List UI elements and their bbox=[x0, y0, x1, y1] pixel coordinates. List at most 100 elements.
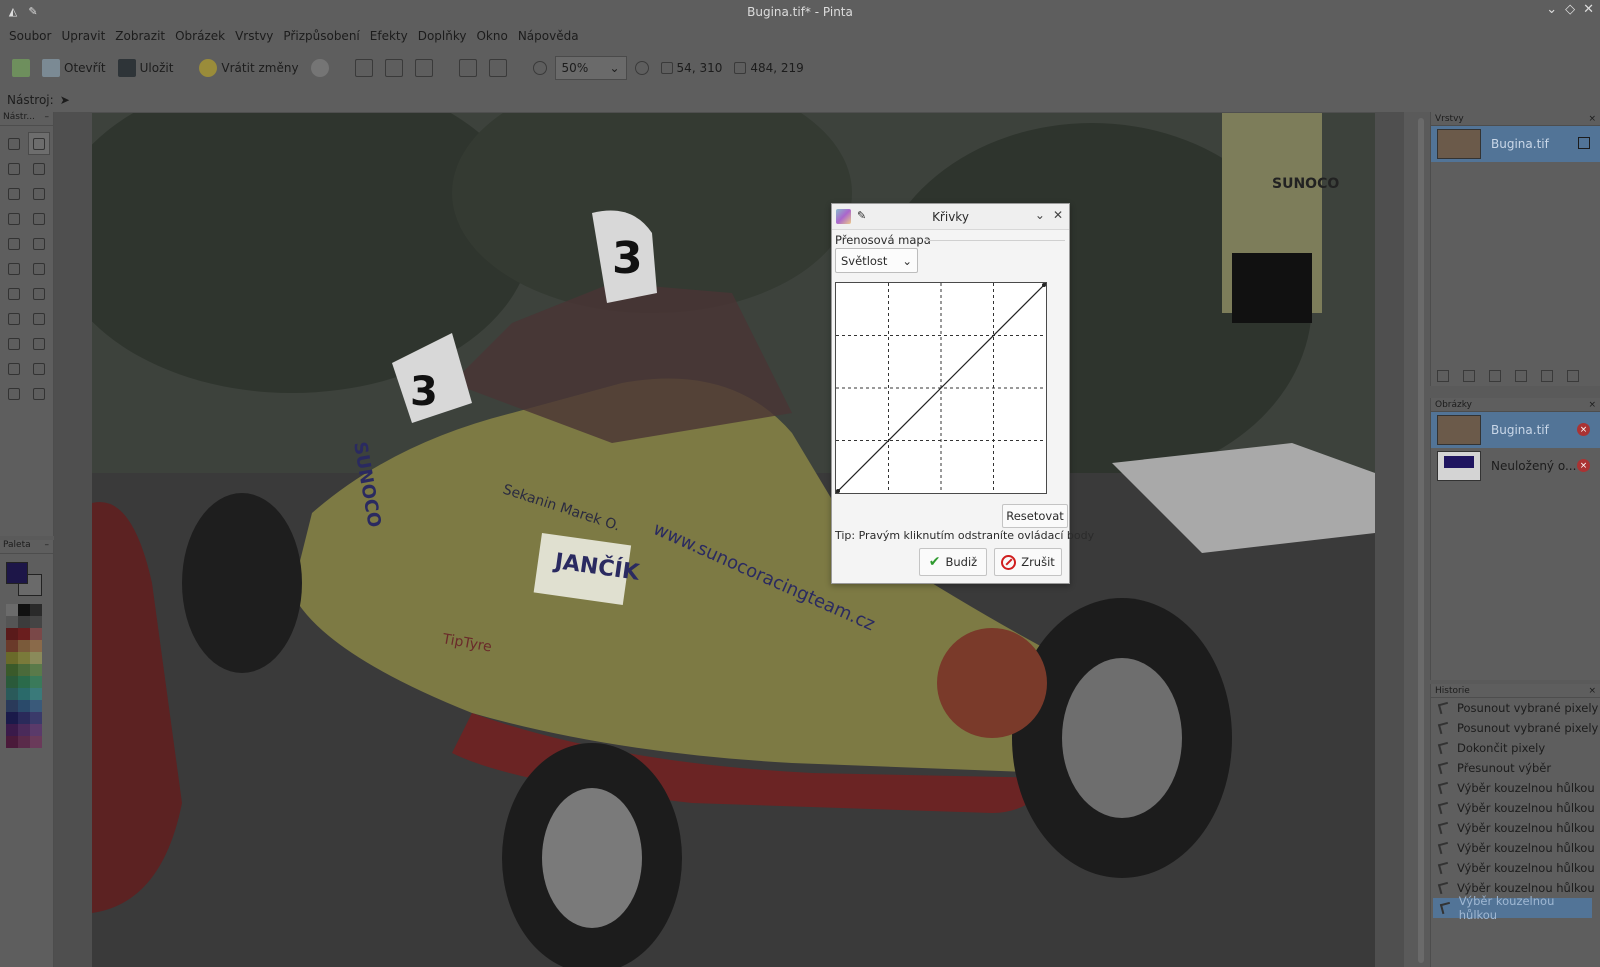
close-image-icon[interactable]: × bbox=[1577, 423, 1590, 436]
swatch[interactable] bbox=[18, 712, 30, 724]
cancel-button[interactable]: Zrušit bbox=[994, 548, 1062, 576]
swatch[interactable] bbox=[30, 676, 42, 688]
swatch[interactable] bbox=[30, 640, 42, 652]
swatch[interactable] bbox=[30, 652, 42, 664]
history-item[interactable]: Výběr kouzelnou hůlkou bbox=[1431, 858, 1600, 878]
zoom-select[interactable]: 50% ⌄ bbox=[554, 56, 627, 80]
pan-tool[interactable] bbox=[28, 207, 50, 230]
history-item[interactable]: Výběr kouzelnou hůlkou bbox=[1431, 798, 1600, 818]
image-row[interactable]: Bugina.tif × bbox=[1431, 412, 1600, 448]
dialog-collapse-icon[interactable]: ⌄ bbox=[1035, 208, 1045, 222]
redo-button[interactable] bbox=[307, 54, 333, 82]
clone-stamp-tool[interactable] bbox=[3, 307, 25, 330]
panel-close-icon[interactable]: × bbox=[1588, 686, 1596, 696]
history-item[interactable]: Posunout vybrané pixely bbox=[1431, 698, 1600, 718]
swatch[interactable] bbox=[30, 688, 42, 700]
freeform-shape-tool[interactable] bbox=[28, 382, 50, 405]
swatch[interactable] bbox=[18, 628, 30, 640]
paste-button[interactable] bbox=[411, 54, 437, 82]
rectangle-tool[interactable] bbox=[3, 357, 25, 380]
primary-color[interactable] bbox=[6, 562, 28, 584]
swatch[interactable] bbox=[18, 640, 30, 652]
ellipse-tool[interactable] bbox=[3, 382, 25, 405]
image-canvas[interactable]: 3 3 SUNOCO Sekanin Marek O. JANČÍK www.s… bbox=[92, 113, 1375, 967]
swatch[interactable] bbox=[18, 664, 30, 676]
panel-minimize-icon[interactable]: – bbox=[45, 112, 50, 125]
swatch[interactable] bbox=[6, 640, 18, 652]
curve-editor[interactable] bbox=[835, 282, 1047, 494]
color-picker-tool[interactable] bbox=[28, 282, 50, 305]
deselect-button[interactable] bbox=[485, 54, 511, 82]
history-item[interactable]: Výběr kouzelnou hůlkou bbox=[1431, 838, 1600, 858]
swatch[interactable] bbox=[6, 676, 18, 688]
move-selection-tool[interactable] bbox=[28, 157, 50, 180]
close-image-icon[interactable]: × bbox=[1577, 459, 1590, 472]
add-layer-icon[interactable] bbox=[1437, 370, 1449, 382]
pin-icon[interactable]: ✎ bbox=[857, 209, 866, 224]
swatch[interactable] bbox=[18, 736, 30, 748]
dialog-close-icon[interactable]: ✕ bbox=[1053, 208, 1063, 222]
move-selected-tool[interactable] bbox=[28, 132, 50, 155]
swatch[interactable] bbox=[30, 700, 42, 712]
history-item[interactable]: Dokončit pixely bbox=[1431, 738, 1600, 758]
rounded-rectangle-tool[interactable] bbox=[28, 357, 50, 380]
panel-close-icon[interactable]: × bbox=[1588, 400, 1596, 410]
zoom-in-button[interactable] bbox=[631, 54, 653, 82]
menu-upravit[interactable]: Upravit bbox=[56, 29, 110, 43]
crop-button[interactable] bbox=[455, 54, 481, 82]
ellipse-select-tool[interactable] bbox=[3, 182, 25, 205]
line-curve-tool[interactable] bbox=[28, 332, 50, 355]
delete-layer-icon[interactable] bbox=[1463, 370, 1475, 382]
menu-soubor[interactable]: Soubor bbox=[4, 29, 56, 43]
panel-minimize-icon[interactable]: – bbox=[45, 540, 50, 553]
reset-button[interactable]: Resetovat bbox=[1002, 504, 1068, 528]
transfer-map-select[interactable]: Světlost ⌄ bbox=[835, 248, 918, 273]
swatch[interactable] bbox=[6, 688, 18, 700]
swatch[interactable] bbox=[30, 736, 42, 748]
menu-vrstvy[interactable]: Vrstvy bbox=[230, 29, 278, 43]
menu-obrazek[interactable]: Obrázek bbox=[170, 29, 230, 43]
swatch[interactable] bbox=[30, 616, 42, 628]
swatch[interactable] bbox=[30, 724, 42, 736]
pin-icon[interactable]: ✎ bbox=[26, 4, 40, 18]
eraser-tool[interactable] bbox=[28, 257, 50, 280]
swatch[interactable] bbox=[6, 736, 18, 748]
maximize-icon[interactable]: ◇ bbox=[1565, 2, 1575, 17]
magic-wand-tool[interactable] bbox=[3, 207, 25, 230]
zoom-out-button[interactable] bbox=[529, 54, 551, 82]
layer-visibility-checkbox[interactable] bbox=[1578, 137, 1590, 149]
text-tool[interactable] bbox=[3, 332, 25, 355]
swatch[interactable] bbox=[6, 604, 18, 616]
history-item[interactable]: Výběr kouzelnou hůlkou bbox=[1431, 778, 1600, 798]
swatch[interactable] bbox=[30, 712, 42, 724]
menu-napoveda[interactable]: Nápověda bbox=[513, 29, 584, 43]
canvas-vertical-scrollbar[interactable] bbox=[1418, 118, 1424, 963]
lasso-select-tool[interactable] bbox=[3, 157, 25, 180]
close-icon[interactable]: ✕ bbox=[1583, 2, 1594, 17]
swatch[interactable] bbox=[6, 628, 18, 640]
swatch[interactable] bbox=[18, 688, 30, 700]
history-item[interactable]: Přesunout výběr bbox=[1431, 758, 1600, 778]
paint-bucket-tool[interactable] bbox=[3, 232, 25, 255]
zoom-tool[interactable] bbox=[28, 182, 50, 205]
swatch[interactable] bbox=[18, 652, 30, 664]
duplicate-layer-icon[interactable] bbox=[1489, 370, 1501, 382]
swatch[interactable] bbox=[30, 628, 42, 640]
menu-doplnky[interactable]: Doplňky bbox=[413, 29, 472, 43]
history-item[interactable]: Posunout vybrané pixely bbox=[1431, 718, 1600, 738]
swatch[interactable] bbox=[18, 700, 30, 712]
menu-zobrazit[interactable]: Zobrazit bbox=[110, 29, 170, 43]
move-layer-up-icon[interactable] bbox=[1541, 370, 1553, 382]
save-button[interactable]: Uložit bbox=[114, 54, 178, 82]
swatch[interactable] bbox=[6, 724, 18, 736]
swatch[interactable] bbox=[6, 616, 18, 628]
recolor-tool[interactable] bbox=[28, 307, 50, 330]
pencil-tool[interactable] bbox=[3, 282, 25, 305]
swatch[interactable] bbox=[6, 664, 18, 676]
minimize-icon[interactable]: ⌄ bbox=[1546, 2, 1557, 17]
merge-layer-icon[interactable] bbox=[1515, 370, 1527, 382]
curve-control-point[interactable] bbox=[836, 489, 840, 493]
menu-efekty[interactable]: Efekty bbox=[365, 29, 413, 43]
swatch[interactable] bbox=[30, 664, 42, 676]
swatch[interactable] bbox=[30, 604, 42, 616]
